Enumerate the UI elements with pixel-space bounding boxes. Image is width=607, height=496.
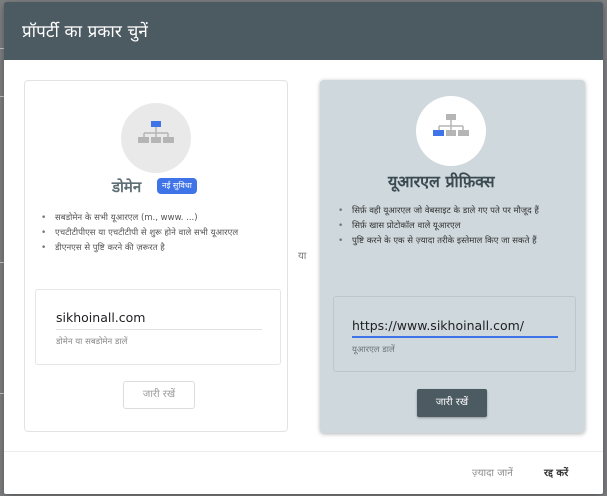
list-item: सिर्फ़ वही यूआरएल जो वेबसाइट के डाले गए … [336, 204, 568, 219]
sitemap-icon [416, 96, 486, 166]
domain-input-hint: डोमेन या सबडोमेन डालें [56, 337, 128, 347]
list-item: पुष्टि करने के एक से ज़्यादा तरीके इस्ते… [336, 234, 568, 249]
url-prefix-property-card[interactable]: यूआरएल प्रीफ़िक्स सिर्फ़ वही यूआरएल जो व… [320, 80, 585, 433]
dialog-header: प्रॉपर्टी का प्रकार चुनें [4, 2, 603, 60]
list-item: सिर्फ़ खास प्रोटोकॉल वाले यूआरएल [336, 219, 568, 234]
learn-more-link[interactable]: ज़्यादा जानें [472, 465, 513, 479]
domain-continue-button[interactable]: जारी रखें [123, 381, 195, 409]
sitemap-icon [121, 103, 191, 173]
list-item: डीएनएस से पुष्टि करने की ज़रूरत है [39, 241, 259, 256]
url-input-container: https://www.sikhoinall.com/ यूआरएल डालें [333, 296, 576, 372]
url-input[interactable]: https://www.sikhoinall.com/ [352, 318, 524, 333]
property-type-dialog: प्रॉपर्टी का प्रकार चुनें डोमेन नई सुविध… [4, 2, 603, 494]
domain-feature-list: सबडोमेन के सभी यूआरएल (m., www. ...) एचट… [39, 211, 259, 256]
url-prefix-continue-button[interactable]: जारी रखें [417, 389, 487, 417]
input-underline [56, 329, 262, 330]
dialog-title: प्रॉपर्टी का प्रकार चुनें [22, 22, 148, 42]
url-prefix-card-title: यूआरएल प्रीफ़िक्स [388, 172, 495, 191]
cancel-button[interactable]: रद्द करें [544, 465, 568, 479]
new-feature-badge: नई सुविधा [157, 178, 197, 194]
domain-property-card[interactable]: डोमेन नई सुविधा सबडोमेन के सभी यूआरएल (m… [24, 80, 288, 432]
footer-divider [4, 451, 603, 452]
list-item: सबडोमेन के सभी यूआरएल (m., www. ...) [39, 211, 259, 226]
url-prefix-feature-list: सिर्फ़ वही यूआरएल जो वेबसाइट के डाले गए … [336, 204, 568, 249]
list-item: एचटीटीपीएस या एचटीटीपी से शुरू होने वाले… [39, 226, 259, 241]
domain-input[interactable]: sikhoinall.com [56, 310, 145, 325]
input-underline-active [352, 336, 558, 338]
or-separator: या [298, 251, 307, 262]
domain-input-container: sikhoinall.com डोमेन या सबडोमेन डालें [35, 289, 281, 365]
url-input-hint: यूआरएल डालें [352, 345, 395, 355]
domain-card-title: डोमेन [112, 178, 142, 196]
